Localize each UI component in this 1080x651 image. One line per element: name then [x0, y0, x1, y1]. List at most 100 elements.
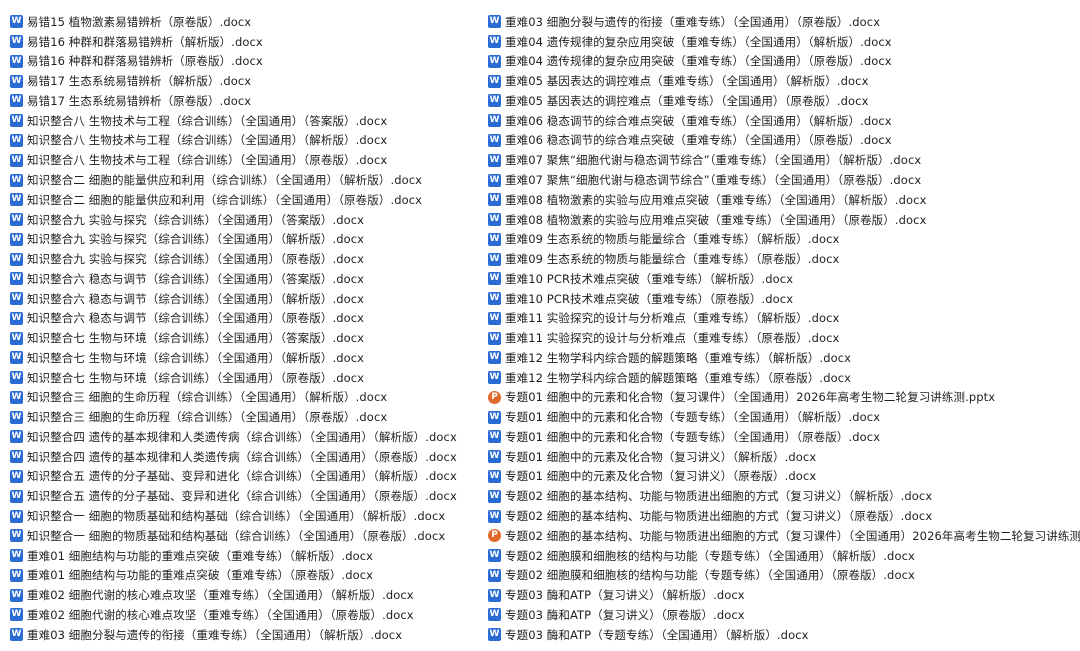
file-name: 知识整合八 生物技术与工程（综合训练）（全国通用）（解析版）.docx [27, 133, 388, 148]
file-item[interactable]: W 易错17 生态系统易错辨析（原卷版）.docx [10, 91, 488, 111]
file-item[interactable]: W 知识整合一 细胞的物质基础和结构基础（综合训练）（全国通用）（解析版）.doc… [10, 506, 488, 526]
file-item[interactable]: W 知识整合九 实验与探究（综合训练）（全国通用）（解析版）.docx [10, 229, 488, 249]
file-item[interactable]: W 重难08 植物激素的实验与应用难点突破（重难专练）（全国通用）（原卷版）.do… [488, 210, 1080, 230]
file-item[interactable]: W 知识整合四 遗传的基本规律和人类遗传病（综合训练）（全国通用）（解析版）.do… [10, 427, 488, 447]
file-item[interactable]: W 专题01 细胞中的元素及化合物（复习讲义）（原卷版）.docx [488, 467, 1080, 487]
word-doc-icon: W [10, 74, 23, 88]
word-doc-icon: W [10, 568, 23, 582]
word-doc-icon: W [10, 588, 23, 602]
word-doc-icon: W [10, 311, 23, 325]
word-doc-icon: W [488, 292, 501, 306]
word-doc-icon: W [10, 54, 23, 68]
file-item[interactable]: W 重难09 生态系统的物质与能量综合（重难专练）（解析版）.docx [488, 229, 1080, 249]
file-name: 重难06 稳态调节的综合难点突破（重难专练）（全国通用）（解析版）.docx [505, 113, 892, 128]
file-item[interactable]: W 知识整合六 稳态与调节（综合训练）（全国通用）（原卷版）.docx [10, 308, 488, 328]
file-item[interactable]: W 专题03 酶和ATP（复习讲义）（解析版）.docx [488, 585, 1080, 605]
file-item[interactable]: W 重难02 细胞代谢的核心难点攻坚（重难专练）（全国通用）（解析版）.docx [10, 585, 488, 605]
file-name: 知识整合二 细胞的能量供应和利用（综合训练）（全国通用）（原卷版）.docx [27, 192, 423, 207]
word-doc-icon: W [488, 430, 501, 444]
file-item[interactable]: W 知识整合六 稳态与调节（综合训练）（全国通用）（答案版）.docx [10, 269, 488, 289]
file-item[interactable]: W 知识整合五 遗传的分子基础、变异和进化（综合训练）（全国通用）（解析版）.do… [10, 467, 488, 487]
file-item[interactable]: W 知识整合二 细胞的能量供应和利用（综合训练）（全国通用）（原卷版）.docx [10, 190, 488, 210]
file-item[interactable]: W 知识整合七 生物与环境（综合训练）（全国通用）（答案版）.docx [10, 328, 488, 348]
file-name: 重难03 细胞分裂与遗传的衔接（重难专练）（全国通用）（原卷版）.docx [505, 14, 881, 29]
file-item[interactable]: W 专题02 细胞膜和细胞核的结构与功能（专题专练）（全国通用）（原卷版）.doc… [488, 565, 1080, 585]
file-item[interactable]: W 重难03 细胞分裂与遗传的衔接（重难专练）（全国通用）（解析版）.docx [10, 625, 488, 645]
word-doc-icon: W [10, 114, 23, 128]
file-item[interactable]: W 知识整合一 细胞的物质基础和结构基础（综合训练）（全国通用）（原卷版）.doc… [10, 526, 488, 546]
file-item[interactable]: W 专题03 酶和ATP（专题专练）（全国通用）（解析版）.docx [488, 625, 1080, 645]
file-name: 重难05 基因表达的调控难点（重难专练）（全国通用）（原卷版）.docx [505, 93, 869, 108]
word-doc-icon: W [10, 529, 23, 543]
word-doc-icon: W [488, 114, 501, 128]
word-doc-icon: W [488, 410, 501, 424]
file-name: 知识整合六 稳态与调节（综合训练）（全国通用）（原卷版）.docx [27, 311, 365, 326]
file-item[interactable]: W 知识整合六 稳态与调节（综合训练）（全国通用）（解析版）.docx [10, 289, 488, 309]
file-item[interactable]: W 专题03 酶和ATP（复习讲义）（原卷版）.docx [488, 605, 1080, 625]
file-item[interactable]: W 知识整合四 遗传的基本规律和人类遗传病（综合训练）（全国通用）（原卷版）.do… [10, 447, 488, 467]
file-item[interactable]: W 知识整合九 实验与探究（综合训练）（全国通用）（答案版）.docx [10, 210, 488, 230]
word-doc-icon: W [488, 331, 501, 345]
file-item[interactable]: W 重难10 PCR技术难点突破（重难专练）（原卷版）.docx [488, 289, 1080, 309]
file-item[interactable]: W 知识整合九 实验与探究（综合训练）（全国通用）（原卷版）.docx [10, 249, 488, 269]
file-item[interactable]: W 知识整合八 生物技术与工程（综合训练）（全国通用）（答案版）.docx [10, 111, 488, 131]
file-item[interactable]: W 重难03 细胞分裂与遗传的衔接（重难专练）（全国通用）（原卷版）.docx [488, 12, 1080, 32]
file-item[interactable]: W 重难10 PCR技术难点突破（重难专练）（解析版）.docx [488, 269, 1080, 289]
file-item[interactable]: W 重难11 实验探究的设计与分析难点（重难专练）（原卷版）.docx [488, 328, 1080, 348]
file-item[interactable]: W 重难06 稳态调节的综合难点突破（重难专练）（全国通用）（原卷版）.docx [488, 131, 1080, 151]
file-item[interactable]: W 专题02 细胞的基本结构、功能与物质进出细胞的方式（复习讲义）（解析版）.do… [488, 486, 1080, 506]
file-item[interactable]: W 重难04 遗传规律的复杂应用突破（重难专练）（全国通用）（解析版）.docx [488, 32, 1080, 52]
file-item[interactable]: W 知识整合三 细胞的生命历程（综合训练）（全国通用）（原卷版）.docx [10, 407, 488, 427]
file-item[interactable]: W 专题02 细胞膜和细胞核的结构与功能（专题专练）（全国通用）（解析版）.doc… [488, 546, 1080, 566]
file-item[interactable]: W 知识整合三 细胞的生命历程（综合训练）（全国通用）（解析版）.docx [10, 388, 488, 408]
file-item[interactable]: W 重难07 聚焦“细胞代谢与稳态调节综合”（重难专练）（全国通用）（原卷版）.d… [488, 170, 1080, 190]
file-item[interactable]: W 专题02 细胞的基本结构、功能与物质进出细胞的方式（复习讲义）（原卷版）.do… [488, 506, 1080, 526]
file-item[interactable]: W 易错16 种群和群落易错辨析（原卷版）.docx [10, 52, 488, 72]
file-name: 易错17 生态系统易错辨析（解析版）.docx [27, 74, 252, 89]
file-name: 知识整合六 稳态与调节（综合训练）（全国通用）（解析版）.docx [27, 291, 365, 306]
file-item[interactable]: W 专题01 细胞中的元素及化合物（复习讲义）（解析版）.docx [488, 447, 1080, 467]
word-doc-icon: W [10, 509, 23, 523]
file-item[interactable]: W 知识整合七 生物与环境（综合训练）（全国通用）（解析版）.docx [10, 348, 488, 368]
file-item[interactable]: W 重难12 生物学科内综合题的解题策略（重难专练）（原卷版）.docx [488, 368, 1080, 388]
file-item[interactable]: W 重难01 细胞结构与功能的重难点突破（重难专练）（解析版）.docx [10, 546, 488, 566]
word-doc-icon: W [488, 133, 501, 147]
file-name: 易错15 植物激素易错辨析（原卷版）.docx [27, 14, 252, 29]
word-doc-icon: W [10, 410, 23, 424]
file-item[interactable]: W 重难07 聚焦“细胞代谢与稳态调节综合”（重难专练）（全国通用）（解析版）.d… [488, 150, 1080, 170]
word-doc-icon: W [10, 489, 23, 503]
file-item[interactable]: W 重难04 遗传规律的复杂应用突破（重难专练）（全国通用）（原卷版）.docx [488, 52, 1080, 72]
file-item[interactable]: W 专题01 细胞中的元素和化合物（专题专练）（全国通用）（原卷版）.docx [488, 427, 1080, 447]
file-item[interactable]: W 重难02 细胞代谢的核心难点攻坚（重难专练）（全国通用）（原卷版）.docx [10, 605, 488, 625]
file-item[interactable]: W 重难05 基因表达的调控难点（重难专练）（全国通用）（解析版）.docx [488, 71, 1080, 91]
file-item[interactable]: W 知识整合五 遗传的分子基础、变异和进化（综合训练）（全国通用）（原卷版）.do… [10, 486, 488, 506]
file-name: 专题02 细胞膜和细胞核的结构与功能（专题专练）（全国通用）（原卷版）.docx [505, 568, 915, 583]
word-doc-icon: W [488, 232, 501, 246]
word-doc-icon: W [488, 351, 501, 365]
word-doc-icon: W [488, 549, 501, 563]
file-item[interactable]: W 知识整合八 生物技术与工程（综合训练）（全国通用）（原卷版）.docx [10, 150, 488, 170]
file-item[interactable]: W 知识整合七 生物与环境（综合训练）（全国通用）（原卷版）.docx [10, 368, 488, 388]
file-item[interactable]: W 重难12 生物学科内综合题的解题策略（重难专练）（解析版）.docx [488, 348, 1080, 368]
word-doc-icon: W [488, 94, 501, 108]
file-item[interactable]: W 重难05 基因表达的调控难点（重难专练）（全国通用）（原卷版）.docx [488, 91, 1080, 111]
file-item[interactable]: W 重难08 植物激素的实验与应用难点突破（重难专练）（全国通用）（解析版）.do… [488, 190, 1080, 210]
file-item[interactable]: W 重难09 生态系统的物质与能量综合（重难专练）（原卷版）.docx [488, 249, 1080, 269]
file-item[interactable]: W 重难11 实验探究的设计与分析难点（重难专练）（解析版）.docx [488, 308, 1080, 328]
file-item[interactable]: W 重难06 稳态调节的综合难点突破（重难专练）（全国通用）（解析版）.docx [488, 111, 1080, 131]
file-item[interactable]: W 易错17 生态系统易错辨析（解析版）.docx [10, 71, 488, 91]
word-doc-icon: W [488, 213, 501, 227]
file-column-left: W 易错15 植物激素易错辨析（原卷版）.docx W 易错16 种群和群落易错辨析（… [0, 0, 488, 651]
file-item[interactable]: W 重难01 细胞结构与功能的重难点突破（重难专练）（原卷版）.docx [10, 565, 488, 585]
word-doc-icon: W [488, 272, 501, 286]
powerpoint-icon: P [488, 529, 501, 543]
file-item[interactable]: W 易错16 种群和群落易错辨析（解析版）.docx [10, 32, 488, 52]
file-item[interactable]: W 知识整合二 细胞的能量供应和利用（综合训练）（全国通用）（解析版）.docx [10, 170, 488, 190]
file-item[interactable]: P 专题01 细胞中的元素和化合物（复习课件）（全国通用）2026年高考生物二轮复… [488, 388, 1080, 408]
file-name: 重难05 基因表达的调控难点（重难专练）（全国通用）（解析版）.docx [505, 74, 869, 89]
file-item[interactable]: W 专题01 细胞中的元素和化合物（专题专练）（全国通用）（解析版）.docx [488, 407, 1080, 427]
file-item[interactable]: W 知识整合八 生物技术与工程（综合训练）（全国通用）（解析版）.docx [10, 131, 488, 151]
file-item[interactable]: W 易错15 植物激素易错辨析（原卷版）.docx [10, 12, 488, 32]
file-item[interactable]: P 专题02 细胞的基本结构、功能与物质进出细胞的方式（复习课件）（全国通用）20… [488, 526, 1080, 546]
word-doc-icon: W [488, 450, 501, 464]
